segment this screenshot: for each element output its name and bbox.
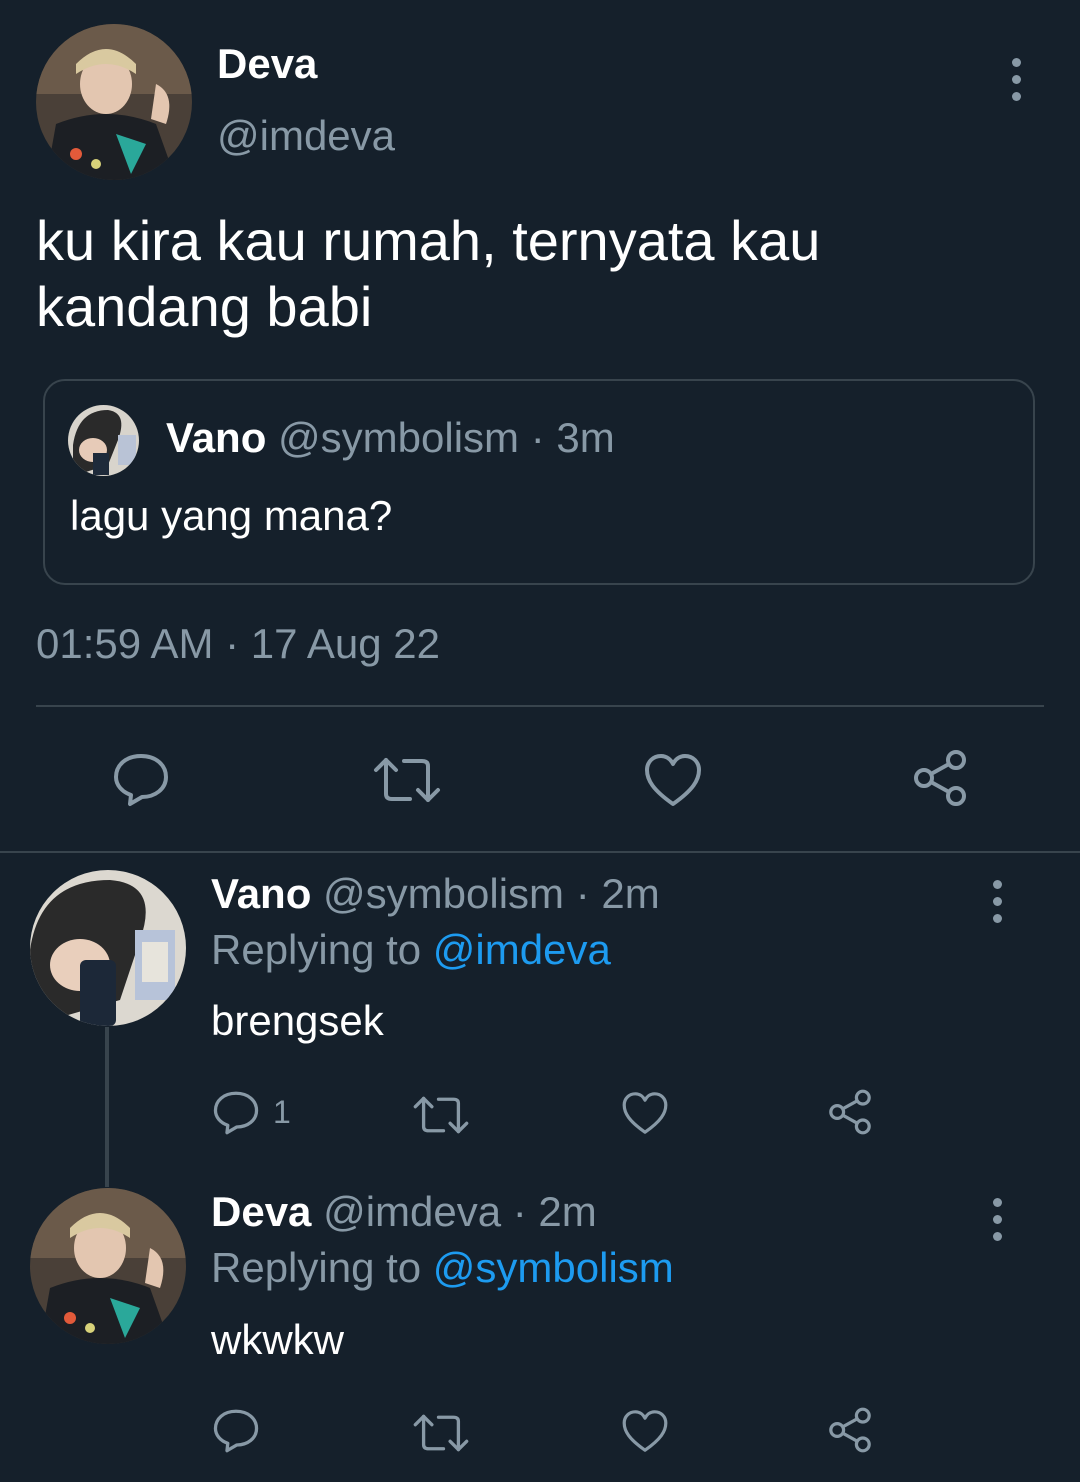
reply-name[interactable]: Deva (211, 1188, 311, 1235)
quoted-text: lagu yang mana? (70, 492, 393, 539)
reply-avatar[interactable] (30, 870, 186, 1026)
thread-line (105, 1027, 109, 1187)
like-icon[interactable] (621, 1090, 669, 1136)
reply-avatar[interactable] (30, 1188, 186, 1344)
more-vertical-icon[interactable] (993, 1198, 1002, 1249)
reply-icon[interactable] (212, 1408, 260, 1454)
more-vertical-icon[interactable] (993, 880, 1002, 931)
tweet-text: ku kira kau rumah, ternyata kau kandang … (36, 209, 821, 338)
replying-prefix: Replying to (211, 1244, 422, 1291)
replying-to: Replying to @symbolism (211, 1244, 674, 1292)
replying-to: Replying to @imdeva (211, 926, 611, 974)
replying-prefix: Replying to (211, 926, 422, 973)
author-name[interactable]: Deva (217, 40, 317, 88)
reply-count: 1 (273, 1094, 291, 1130)
like-icon[interactable] (643, 752, 703, 808)
reply-handle-time: @symbolism · 2m (323, 870, 660, 917)
quoted-name[interactable]: Vano (166, 414, 266, 461)
share-icon[interactable] (910, 748, 970, 808)
reply-icon[interactable] (112, 752, 170, 808)
more-vertical-icon[interactable] (1012, 58, 1021, 109)
quoted-handle-time: @symbolism · 3m (278, 414, 615, 461)
reply-icon[interactable] (212, 1090, 260, 1136)
replying-to-link[interactable]: @symbolism (433, 1244, 674, 1291)
retweet-icon[interactable] (412, 1411, 470, 1455)
reply-header: Vano @symbolism · 2m (211, 870, 660, 918)
quoted-header: Vano @symbolism · 3m (166, 414, 615, 462)
author-handle[interactable]: @imdeva (217, 112, 395, 160)
retweet-icon[interactable] (412, 1093, 470, 1137)
reply-header: Deva @imdeva · 2m (211, 1188, 597, 1236)
reply-text: brengsek (211, 997, 384, 1044)
like-icon[interactable] (621, 1408, 669, 1454)
share-icon[interactable] (826, 1088, 874, 1136)
reply-name[interactable]: Vano (211, 870, 311, 917)
actions-divider-top (36, 705, 1044, 707)
replying-to-link[interactable]: @imdeva (433, 926, 611, 973)
reply-text: wkwkw (211, 1316, 344, 1363)
author-avatar[interactable] (36, 24, 192, 180)
section-divider (0, 851, 1080, 853)
tweet-timestamp: 01:59 AM · 17 Aug 22 (36, 620, 440, 667)
reply-handle-time: @imdeva · 2m (323, 1188, 597, 1235)
retweet-icon[interactable] (372, 754, 442, 806)
quoted-tweet[interactable] (43, 379, 1035, 585)
share-icon[interactable] (826, 1406, 874, 1454)
quoted-avatar (68, 405, 139, 476)
